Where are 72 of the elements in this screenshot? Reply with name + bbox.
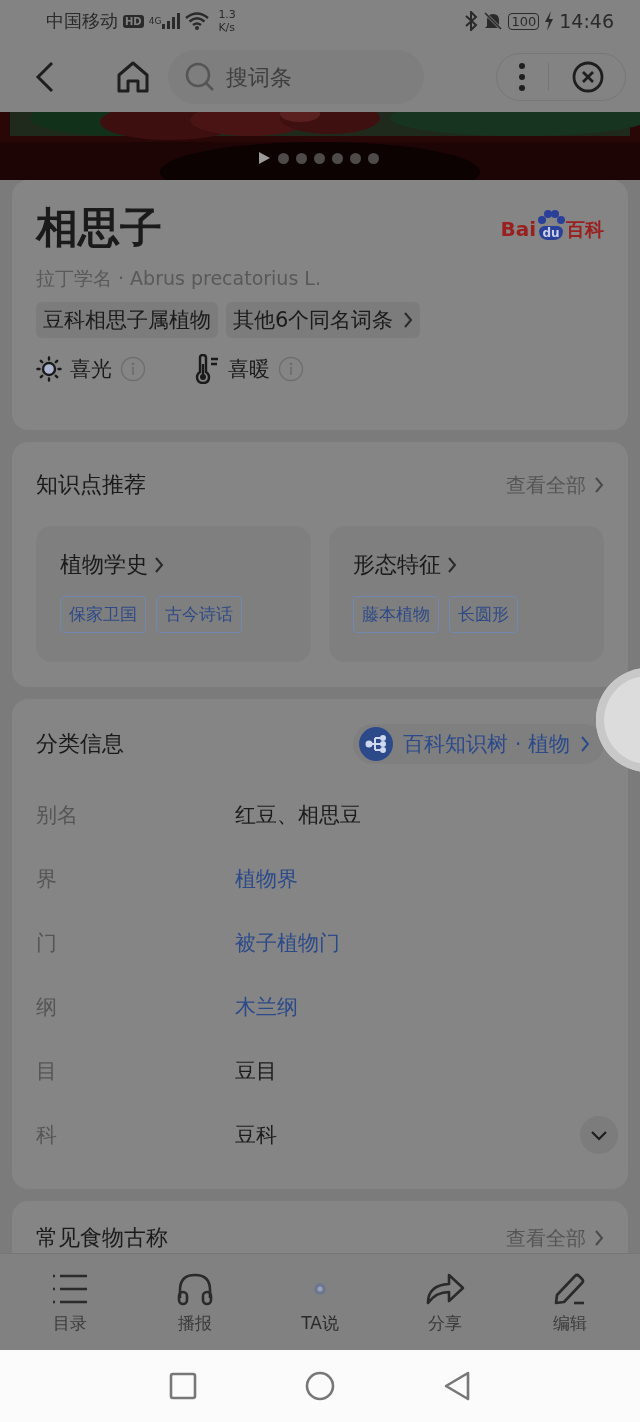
topic-title[interactable]: 形态特征	[353, 550, 580, 580]
entry-title: 相思子	[36, 202, 162, 254]
page-dot[interactable]	[296, 152, 307, 164]
related-entries-link[interactable]: 其他6个同名词条	[226, 302, 421, 338]
sun-icon	[36, 356, 62, 382]
taxon-link[interactable]: 被子植物门	[235, 929, 340, 957]
topic-tag[interactable]: 长圆形	[449, 596, 518, 633]
network-type: 4G	[148, 16, 162, 26]
category-tag: 豆科相思子属植物	[36, 302, 218, 338]
clock-time: 14:46	[559, 10, 614, 32]
toolbar-button[interactable]: TA说	[285, 1269, 355, 1335]
topic-card[interactable]: 植物学史 保家卫国 古今诗话	[36, 526, 311, 662]
baike-logo: Bai du 百科	[500, 210, 604, 240]
bluetooth-icon	[464, 11, 479, 31]
chevron-right-icon	[580, 735, 590, 753]
section-title: 分类信息	[36, 730, 124, 758]
knowledge-tree-link[interactable]: 百科知识树 · 植物	[352, 724, 604, 764]
field-value: 豆目	[235, 1058, 277, 1085]
play-indicator-icon[interactable]	[257, 151, 271, 165]
taxon-link[interactable]: 植物界	[235, 865, 298, 893]
home-circle-icon[interactable]	[305, 1371, 335, 1401]
hd-badge: HD	[123, 14, 144, 28]
topic-tag[interactable]: 保家卫国	[60, 596, 146, 633]
share-icon	[424, 1271, 465, 1306]
search-icon	[184, 61, 216, 93]
more-icon[interactable]	[518, 62, 527, 92]
avatar-dot-icon	[313, 1281, 327, 1296]
page-dot[interactable]	[314, 152, 325, 164]
close-icon[interactable]	[571, 61, 604, 93]
chevron-right-icon	[594, 476, 604, 494]
signal-icon	[162, 13, 181, 29]
chevron-right-icon	[403, 311, 414, 329]
topic-tag[interactable]: 古今诗话	[156, 596, 242, 633]
list-icon	[51, 1272, 90, 1305]
chevron-right-icon	[447, 556, 457, 574]
page-dot[interactable]	[332, 152, 343, 164]
toolbar-button[interactable]: 目录	[35, 1269, 106, 1335]
search-field[interactable]: 搜词条	[168, 50, 424, 104]
carrier-name: 中国移动	[46, 9, 118, 33]
section-title: 常见食物古称	[36, 1224, 168, 1252]
muted-bell-icon	[483, 11, 504, 31]
home-icon[interactable]	[116, 61, 150, 93]
trait-label: 喜暖	[228, 356, 270, 383]
toolbar-button[interactable]: 分享	[409, 1269, 480, 1335]
chevron-right-icon	[154, 556, 164, 574]
tree-diagram-icon	[358, 727, 393, 761]
battery-level: 100	[508, 12, 540, 30]
topic-tag[interactable]: 藤本植物	[353, 596, 439, 633]
taxon-link[interactable]: 木兰纲	[235, 993, 298, 1021]
toolbar-button[interactable]: 编辑	[534, 1269, 605, 1335]
speed-unit: K/s	[218, 21, 236, 34]
chevron-down-icon[interactable]	[580, 1116, 618, 1154]
toolbar-button[interactable]: 播报	[160, 1269, 231, 1335]
thermometer-icon	[194, 354, 220, 384]
page-dot[interactable]	[278, 152, 289, 164]
back-triangle-icon[interactable]	[443, 1371, 471, 1401]
trait-label: 喜光	[70, 356, 112, 383]
speed-value: 1.3	[218, 8, 236, 21]
paw-icon	[536, 210, 566, 226]
headphones-icon	[176, 1271, 215, 1306]
chevron-right-icon	[594, 1229, 604, 1247]
section-title: 知识点推荐	[36, 471, 146, 499]
page-dot[interactable]	[368, 152, 379, 164]
page-dot[interactable]	[350, 152, 361, 164]
back-icon[interactable]	[34, 61, 56, 93]
topic-title[interactable]: 植物学史	[60, 550, 287, 580]
charging-icon	[544, 11, 555, 31]
field-value: 豆科	[235, 1122, 277, 1149]
recents-icon[interactable]	[169, 1372, 197, 1400]
wifi-icon	[185, 12, 210, 30]
field-value: 红豆、相思豆	[235, 802, 361, 829]
topic-card[interactable]: 形态特征 藤本植物 长圆形	[329, 526, 604, 662]
